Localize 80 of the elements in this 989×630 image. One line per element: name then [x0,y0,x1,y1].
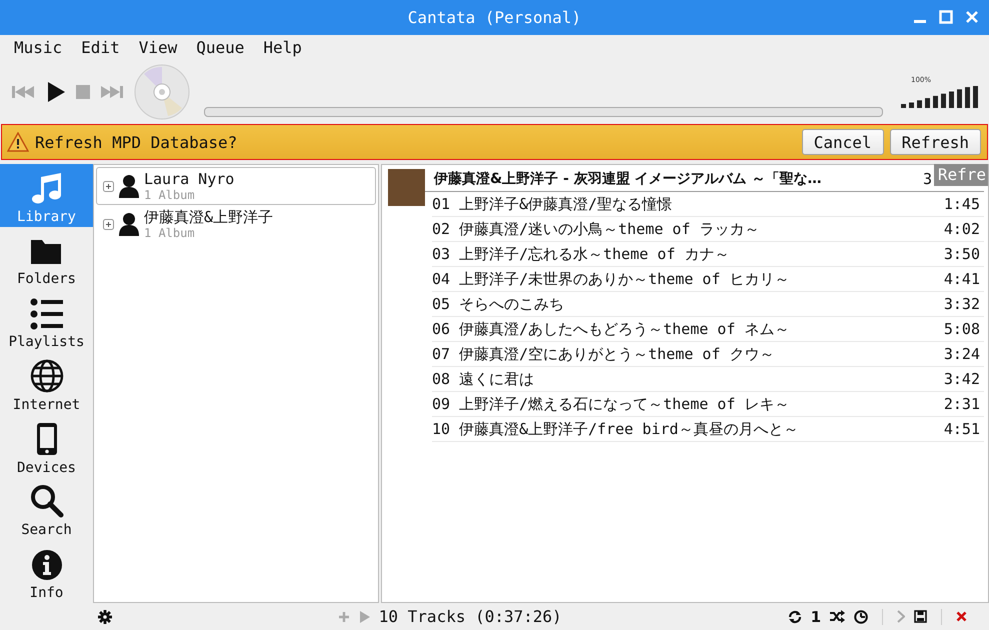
globe-icon [30,358,64,393]
expand-icon[interactable] [103,180,114,192]
track-duration: 4:51 [944,420,980,438]
dialog-button[interactable]: Refresh [890,129,981,155]
clear-icon[interactable] [956,611,967,622]
window-title: Cantata (Personal) [408,8,582,27]
search-icon [30,484,64,518]
track-duration: 3:24 [944,345,980,363]
save-icon[interactable] [914,610,927,623]
track-title: 05 そらへのこみち [432,294,566,314]
artist-item[interactable]: Laura Nyro 1 Album [96,167,376,205]
sidebar-item[interactable]: Internet [0,352,93,415]
volume-meter[interactable] [901,84,979,108]
track-title: 07 伊藤真澄/空にありがとう～theme of クウ～ [432,344,776,364]
close-icon[interactable] [965,10,979,24]
expand-icon[interactable] [103,218,114,230]
track-row[interactable]: 06 伊藤真澄/あしたへもどろう～theme of ネム～ 5:08 [432,317,984,342]
dialog-button[interactable]: Cancel [802,129,884,155]
album-count: 1 Album [144,188,196,202]
queue-summary: 10 Tracks (0:37:26) [378,607,562,626]
track-title: 06 伊藤真澄/あしたへもどろう～theme of ネム～ [432,320,790,338]
track-duration: 3:50 [944,245,980,263]
track-title: 02 伊藤真澄/迷いの小鳥～theme of ラッカ～ [432,220,760,238]
maximize-icon[interactable] [939,10,953,24]
person-icon [118,212,140,236]
track-row[interactable]: 10 伊藤真澄&上野洋子/free bird～真昼の月へと～ 4:51 [432,417,984,442]
track-row[interactable]: 01 上野洋子&伊藤真澄/聖なる憧憬 1:45 [432,192,984,217]
repeat-icon[interactable] [788,610,802,624]
settings-icon[interactable] [98,610,112,624]
track-duration: 5:08 [944,320,980,338]
single-mode-toggle[interactable]: 1 [810,608,821,626]
sidebar-item[interactable]: Search [0,478,93,540]
album-count: 1 Album [144,226,196,240]
album-cover-placeholder [388,169,425,206]
track-duration: 4:41 [944,270,980,288]
track-row[interactable]: 03 上野洋子/忘れる水～theme of カナ～ 3:50 [432,242,984,267]
artist-name: Laura Nyro [144,170,234,188]
menu-item[interactable]: Music [14,38,62,56]
track-row[interactable]: 02 伊藤真澄/迷いの小鳥～theme of ラッカ～ 4:02 [432,217,984,242]
track-row[interactable]: 04 上野洋子/未世界のありか～theme of ヒカリ～ 4:41 [432,267,984,292]
track-row[interactable]: 07 伊藤真澄/空にありがとう～theme of クウ～ 3:24 [432,342,984,367]
sidebar-item[interactable]: Playlists [0,289,93,352]
artist-item[interactable]: 伊藤真澄&上野洋子 1 Album [96,205,376,243]
track-title: 04 上野洋子/未世界のありか～theme of ヒカリ～ [432,270,790,288]
sidebar-item[interactable]: Folders [0,226,93,290]
track-row[interactable]: 09 上野洋子/燃える石になって～theme of レキ～ 2:31 [432,392,984,417]
menu-item[interactable]: View [138,38,178,56]
track-duration: 2:31 [944,395,980,413]
warning-icon [7,132,29,152]
play-icon[interactable] [46,80,66,102]
consume-icon[interactable] [854,610,868,624]
message-text: Refresh MPD Database? [35,132,238,152]
sidebar-item[interactable]: Info [0,540,93,604]
track-row[interactable]: 05 そらへのこみち 3:32 [432,292,984,317]
person-icon [118,174,140,198]
track-title: 09 上野洋子/燃える石になって～theme of レキ～ [432,394,790,414]
phone-icon [36,422,58,456]
menu-item[interactable]: Edit [81,38,120,56]
menu-item[interactable]: Help [263,38,302,56]
info-icon [30,549,62,582]
tooltip: Refre [934,164,988,186]
track-duration: 4:02 [944,220,980,238]
sidebar-item[interactable]: Library [0,164,93,227]
track-title: 10 伊藤真澄&上野洋子/free bird～真昼の月へと～ [432,420,800,438]
track-title: 08 遠くに君は [432,370,536,388]
track-duration: 1:45 [944,195,980,213]
track-title: 01 上野洋子&伊藤真澄/聖なる憧憬 [432,194,674,214]
list-icon [30,298,64,330]
album-title: 伊藤真澄&上野洋子 - 灰羽連盟 イメージアルバム ～「聖な… [434,170,822,188]
sidebar-item[interactable]: Devices [0,414,93,478]
shuffle-icon[interactable] [830,610,845,623]
disc-icon [134,64,190,120]
track-duration: 3:32 [944,295,980,313]
track-title: 03 上野洋子/忘れる水～theme of カナ～ [432,244,730,264]
track-row[interactable]: 08 遠くに君は 3:42 [432,367,984,392]
track-duration: 3:42 [944,370,980,388]
artist-name: 伊藤真澄&上野洋子 [144,208,274,226]
track-duration: 3 [922,170,932,188]
music-note-icon [30,170,64,205]
menu-item[interactable]: Queue [196,38,244,56]
